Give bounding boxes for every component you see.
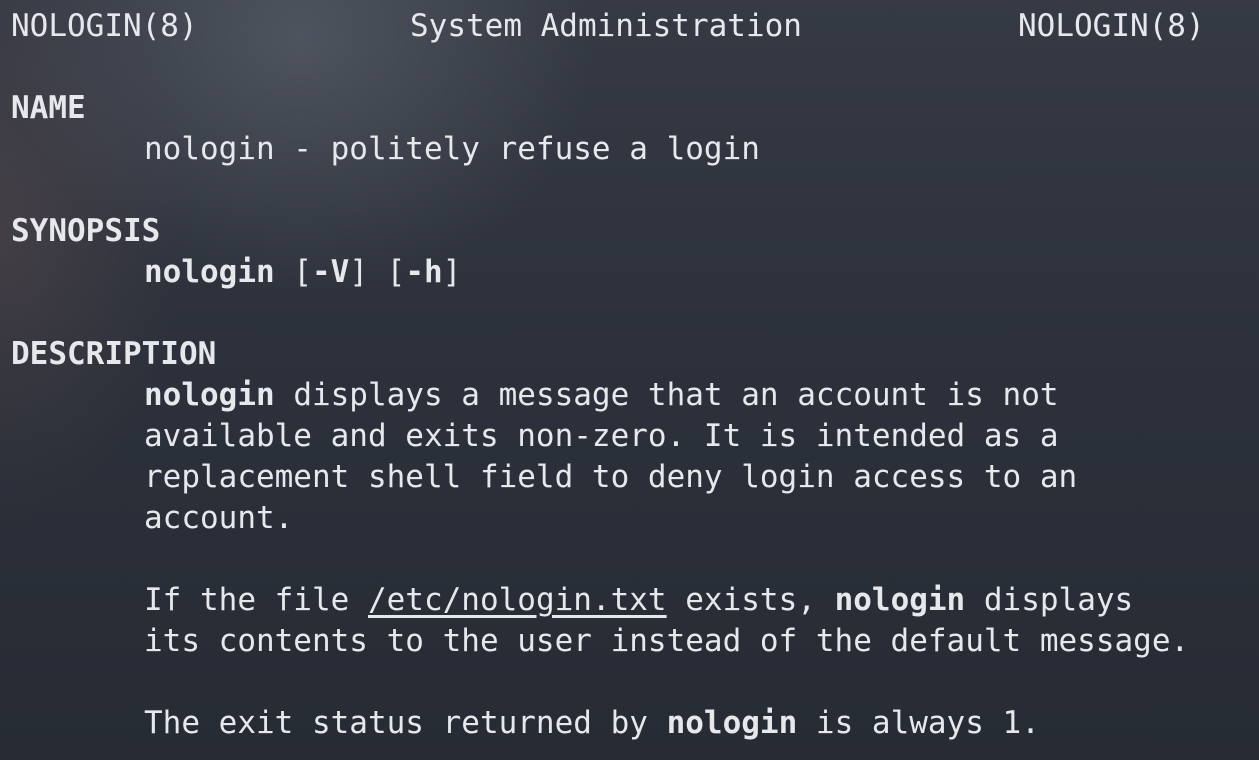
description-p3-text-b: is always 1. bbox=[797, 705, 1040, 741]
description-p2-line2: its contents to the user instead of the … bbox=[144, 623, 1190, 659]
name-description: nologin - politely refuse a login bbox=[144, 131, 760, 167]
man-header-right: NOLOGIN(8) bbox=[1018, 8, 1205, 44]
man-header-center: System Administration bbox=[410, 8, 802, 44]
description-p1-line3: replacement shell field to deny login ac… bbox=[144, 459, 1078, 495]
section-heading-description: DESCRIPTION bbox=[11, 336, 217, 372]
man-header-left: NOLOGIN(8) bbox=[11, 8, 198, 44]
synopsis-bracket-mid: ] [ bbox=[349, 254, 406, 290]
description-p2-file-path: /etc/nologin.txt bbox=[367, 582, 667, 618]
description-p2-command: nologin bbox=[834, 582, 966, 618]
description-p2-text-c: displays bbox=[965, 582, 1134, 618]
description-p1-command: nologin bbox=[144, 377, 275, 413]
description-p1-line1: nologin displays a message that an accou… bbox=[144, 375, 1059, 416]
synopsis-bracket-open: [ bbox=[274, 254, 312, 290]
description-p2-text-a: If the file bbox=[144, 582, 368, 618]
description-p2-line1: If the file /etc/nologin.txt exists, nol… bbox=[144, 580, 1133, 621]
description-p3-text-a: The exit status returned by bbox=[144, 705, 667, 741]
description-p1-line4: account. bbox=[144, 500, 294, 536]
section-heading-name: NAME bbox=[11, 90, 86, 126]
section-heading-synopsis: SYNOPSIS bbox=[11, 213, 161, 249]
synopsis-command: nologin bbox=[144, 254, 275, 290]
synopsis-bracket-close: ] bbox=[442, 254, 462, 290]
description-p1-line2: available and exits non-zero. It is inte… bbox=[144, 418, 1059, 454]
description-p3-line1: The exit status returned by nologin is a… bbox=[144, 703, 1040, 744]
terminal-window[interactable]: NOLOGIN(8) System Administration NOLOGIN… bbox=[0, 0, 1259, 760]
description-p1-line1-text: displays a message that an account is no… bbox=[274, 377, 1059, 413]
synopsis-option-h: -h bbox=[405, 254, 443, 290]
description-p3-command: nologin bbox=[666, 705, 798, 741]
synopsis-line: nologin [-V] [-h] bbox=[144, 252, 461, 293]
description-p2-text-b: exists, bbox=[666, 582, 835, 618]
synopsis-option-v: -V bbox=[311, 254, 350, 290]
